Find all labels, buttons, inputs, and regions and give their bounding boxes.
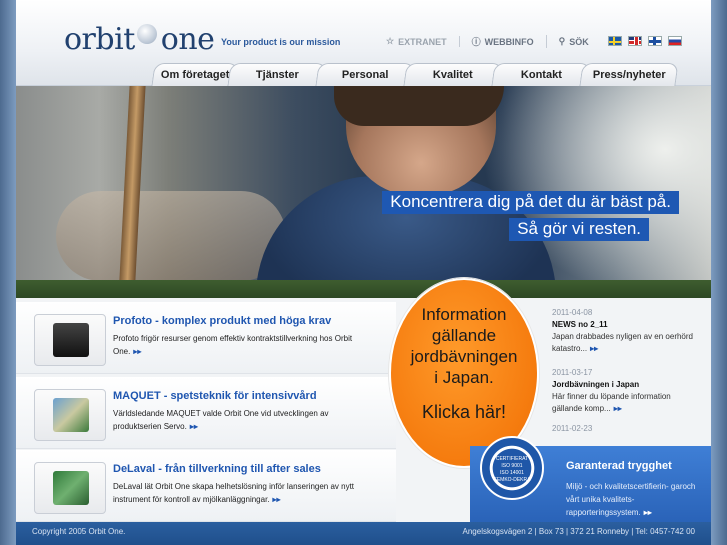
hero-slogan-line2: Så gör vi resten. <box>509 218 649 241</box>
news-text: Japan drabbades nyligen av en oerhörd ka… <box>552 331 702 355</box>
news-date: 2011-04-08 <box>552 308 593 317</box>
extranet-link[interactable]: ☆ EXTRANET <box>374 36 460 47</box>
search-label: SÖK <box>569 36 589 47</box>
extranet-label: EXTRANET <box>398 36 447 47</box>
logo-text-orbit: orbit <box>64 22 135 57</box>
product-text: Världsledande MAQUET valde Orbit One vid… <box>113 407 378 433</box>
seal-iso9001: ISO 9001 <box>501 463 523 469</box>
language-flags <box>608 36 682 46</box>
callout-click-here[interactable]: Klicka här! <box>391 402 537 423</box>
product-title[interactable]: MAQUET - spetsteknik för intensivvård <box>113 390 317 402</box>
news-title[interactable]: Jordbävningen i Japan <box>552 380 702 389</box>
logo-text-one: one <box>160 22 215 57</box>
news-excerpt: Japan drabbades nyligen av en oerhörd ka… <box>552 332 693 353</box>
tab-label: Kontakt <box>520 69 562 81</box>
russian-flag-icon[interactable] <box>668 36 682 46</box>
read-more-arrow-icon[interactable]: ▸▸ <box>133 347 141 356</box>
tab-press-nyheter[interactable]: Press/nyheter <box>579 63 679 86</box>
maquet-product-image <box>53 398 89 432</box>
tab-label: Kvalitet <box>433 69 473 81</box>
guarantee-panel[interactable]: CERTIFIERAT ISO 9001 ISO 14001 SEMKO-DEK… <box>470 436 711 522</box>
search-link[interactable]: ⚲ SÖK <box>547 36 601 47</box>
guarantee-description: Miljö - och kvalitetscertifierin- garoch… <box>566 482 696 517</box>
webbinfo-link[interactable]: ⓘ WEBBINFO <box>460 35 547 48</box>
product-item-profoto[interactable]: Profoto - komplex produkt med höga krav … <box>16 302 396 374</box>
product-title[interactable]: Profoto - komplex produkt med höga krav <box>113 315 331 327</box>
tab-kvalitet[interactable]: Kvalitet <box>403 63 503 86</box>
seal-bottom-text: SEMKO-DEKRA <box>493 477 531 483</box>
logo-orb-icon <box>136 24 157 44</box>
hero-image: Koncentrera dig på det du är bäst på. Så… <box>16 86 711 298</box>
callout-line: Information <box>421 305 507 324</box>
product-text: Profoto frigör resurser genom effektiv k… <box>113 332 378 358</box>
tab-label: Press/nyheter <box>592 69 666 81</box>
finnish-flag-icon[interactable] <box>648 36 662 46</box>
maquet-thumbnail[interactable] <box>34 389 106 441</box>
news-title[interactable]: NEWS no 2_11 <box>552 320 702 329</box>
search-icon: ⚲ <box>558 36 566 46</box>
tab-kontakt[interactable]: Kontakt <box>491 63 591 86</box>
product-item-maquet[interactable]: MAQUET - spetsteknik för intensivvård Vä… <box>16 377 396 449</box>
webbinfo-label: WEBBINFO <box>484 36 534 47</box>
delaval-thumbnail[interactable] <box>34 462 106 514</box>
guarantee-title[interactable]: Garanterad trygghet <box>566 460 672 472</box>
delaval-product-image <box>53 471 89 505</box>
certification-seal-icon: CERTIFIERAT ISO 9001 ISO 14001 SEMKO-DEK… <box>480 436 544 500</box>
tab-label: Om företaget <box>160 69 230 81</box>
news-item[interactable]: 2011-03-17 Jordbävningen i Japan Här fin… <box>552 366 702 415</box>
read-more-arrow-icon[interactable]: ▸▸ <box>273 495 281 504</box>
news-item[interactable]: 2011-04-08 NEWS no 2_11 Japan drabbades … <box>552 306 702 355</box>
swedish-flag-icon[interactable] <box>608 36 622 46</box>
news-date: 2011-03-17 <box>552 368 593 377</box>
content-area: Profoto - komplex produkt med höga krav … <box>16 278 711 522</box>
hero-hair <box>334 86 504 126</box>
product-list: Profoto - komplex produkt med höga krav … <box>16 298 396 522</box>
star-icon: ☆ <box>386 36 395 46</box>
header: orbit one Your product is our mission ☆ E… <box>16 0 711 86</box>
footer: Copyright 2005 Orbit One. Angelskogsväge… <box>16 522 711 545</box>
read-more-arrow-icon[interactable]: ▸▸ <box>590 344 598 353</box>
product-text: DeLaval lät Orbit One skapa helhetslösni… <box>113 480 378 506</box>
product-title[interactable]: DeLaval - från tillverkning till after s… <box>113 463 321 475</box>
callout-line: jordbävningen <box>410 347 518 366</box>
tab-label: Personal <box>341 69 389 81</box>
news-text: Här finner du löpande information gällan… <box>552 391 702 415</box>
page: orbit one Your product is our mission ☆ E… <box>16 0 711 545</box>
logo[interactable]: orbit one <box>64 22 215 57</box>
info-icon: ⓘ <box>471 37 481 47</box>
hero-table <box>16 280 711 298</box>
read-more-arrow-icon[interactable]: ▸▸ <box>644 508 652 517</box>
news-date: 2011-02-23 <box>552 424 593 433</box>
product-item-delaval[interactable]: DeLaval - från tillverkning till after s… <box>16 450 396 522</box>
footer-address: Angelskogsvägen 2 | Box 73 | 372 21 Ronn… <box>462 527 695 536</box>
tab-om-foretaget[interactable]: Om företaget <box>151 63 239 86</box>
seal-top-text: CERTIFIERAT <box>495 456 529 462</box>
read-more-arrow-icon[interactable]: ▸▸ <box>190 422 198 431</box>
top-links: ☆ EXTRANET ⓘ WEBBINFO ⚲ SÖK <box>374 35 601 48</box>
read-more-arrow-icon[interactable]: ▸▸ <box>614 404 622 413</box>
news-item[interactable]: 2011-02-23 <box>552 422 702 433</box>
profoto-thumbnail[interactable] <box>34 314 106 366</box>
hero-arm <box>56 191 286 281</box>
hero-slogan-line1: Koncentrera dig på det du är bäst på. <box>382 191 679 214</box>
english-flag-icon[interactable] <box>628 36 642 46</box>
callout-line: i Japan. <box>434 368 494 387</box>
footer-copyright: Copyright 2005 Orbit One. <box>32 527 126 536</box>
guarantee-text: Miljö - och kvalitetscertifierin- garoch… <box>566 480 706 519</box>
product-description: Profoto frigör resurser genom effektiv k… <box>113 334 353 356</box>
tab-personal[interactable]: Personal <box>315 63 415 86</box>
news-sidebar: 2011-04-08 NEWS no 2_11 Japan drabbades … <box>539 298 711 438</box>
tagline: Your product is our mission <box>221 37 341 47</box>
product-description: DeLaval lät Orbit One skapa helhetslösni… <box>113 482 355 504</box>
main-nav: Om företaget Tjänster Personal Kvalitet … <box>151 63 679 86</box>
profoto-product-image <box>53 323 89 357</box>
tab-tjanster[interactable]: Tjänster <box>227 63 327 86</box>
callout-line: gällande <box>431 326 497 345</box>
news-excerpt: Här finner du löpande information gällan… <box>552 392 671 413</box>
seal-iso14001: ISO 14001 <box>500 470 524 476</box>
product-description: Världsledande MAQUET valde Orbit One vid… <box>113 409 329 431</box>
tab-label: Tjänster <box>255 69 299 81</box>
